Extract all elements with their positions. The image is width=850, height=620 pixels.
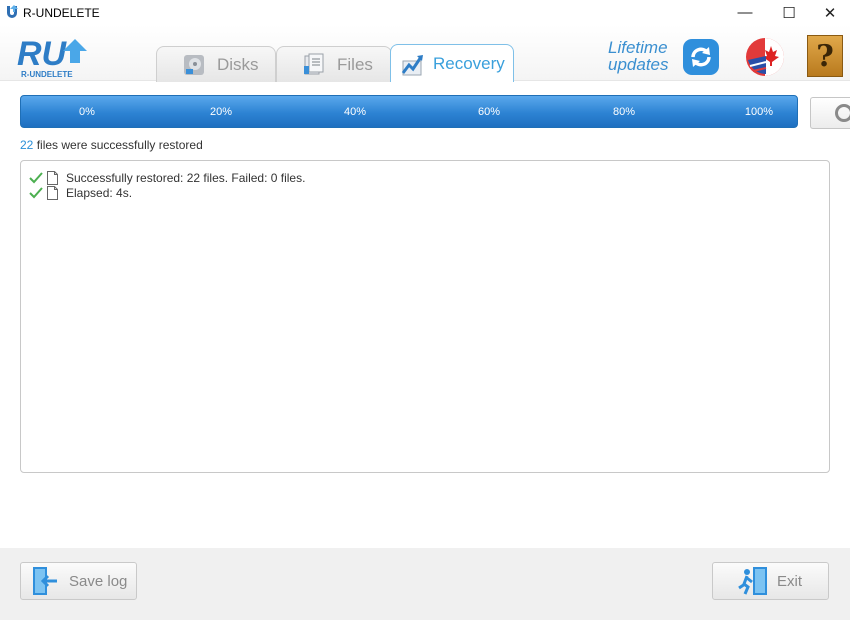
progress-tick: 0% — [79, 106, 95, 118]
tab-files[interactable]: Files — [276, 46, 392, 82]
status-text: files were successfully restored — [33, 138, 203, 152]
progress-tick: 60% — [477, 106, 501, 118]
tab-files-label: Files — [337, 54, 373, 74]
svg-text:RU: RU — [17, 35, 68, 73]
exit-label: Exit — [777, 572, 803, 590]
progress-tick: 40% — [343, 106, 367, 118]
files-icon — [304, 53, 324, 74]
log-entry-text: Elapsed: 4s. — [66, 185, 133, 200]
exit-button[interactable]: Exit — [712, 562, 829, 600]
log-entry: Elapsed: 4s. — [29, 185, 132, 200]
save-log-label: Save log — [69, 572, 128, 590]
check-icon — [29, 186, 43, 198]
tab-disks-label: Disks — [217, 54, 259, 74]
tab-disks[interactable]: Disks — [156, 46, 276, 82]
svg-text:R-UNDELETE: R-UNDELETE — [21, 70, 73, 79]
save-log-button[interactable]: Save log — [20, 562, 137, 600]
log-panel[interactable]: Successfully restored: 22 files. Failed:… — [20, 160, 830, 473]
save-log-icon — [33, 567, 57, 595]
disk-icon — [184, 54, 204, 75]
stop-icon — [835, 104, 850, 122]
stop-button[interactable] — [810, 97, 850, 129]
minimize-button[interactable]: — — [723, 0, 767, 25]
language-flag-icon[interactable] — [744, 36, 786, 78]
status-line: 22 files were successfully restored — [20, 138, 203, 152]
recovery-chart-icon — [401, 54, 423, 75]
log-entry-text: Successfully restored: 22 files. Failed:… — [66, 170, 306, 185]
lifetime-line2: updates — [608, 55, 669, 74]
app-icon — [7, 5, 18, 18]
lifetime-updates-link[interactable]: Lifetime updates — [608, 39, 678, 73]
tab-recovery[interactable]: Recovery — [390, 44, 514, 82]
maximize-button[interactable]: ☐ — [767, 0, 811, 25]
progress-bar: 0% 20% 40% 60% 80% 100% — [20, 95, 798, 128]
progress-fill — [21, 96, 797, 127]
update-refresh-icon[interactable] — [682, 38, 720, 76]
progress-tick: 100% — [744, 106, 774, 118]
document-icon — [47, 185, 58, 200]
check-icon — [29, 171, 43, 183]
rundelete-logo: RU R-UNDELETE — [17, 35, 87, 79]
lifetime-line1: Lifetime — [608, 38, 668, 57]
exit-icon — [738, 567, 767, 595]
window-title: R-UNDELETE — [23, 6, 100, 20]
log-entry: Successfully restored: 22 files. Failed:… — [29, 170, 305, 185]
progress-tick: 20% — [209, 106, 233, 118]
progress-tick: 80% — [612, 106, 636, 118]
document-icon — [47, 170, 58, 185]
close-button[interactable]: ✕ — [808, 0, 850, 25]
tab-recovery-label: Recovery — [433, 53, 505, 73]
help-button[interactable]: ? — [807, 35, 843, 77]
restored-count: 22 — [20, 138, 34, 152]
title-bar: R-UNDELETE — ☐ ✕ — [0, 0, 850, 25]
